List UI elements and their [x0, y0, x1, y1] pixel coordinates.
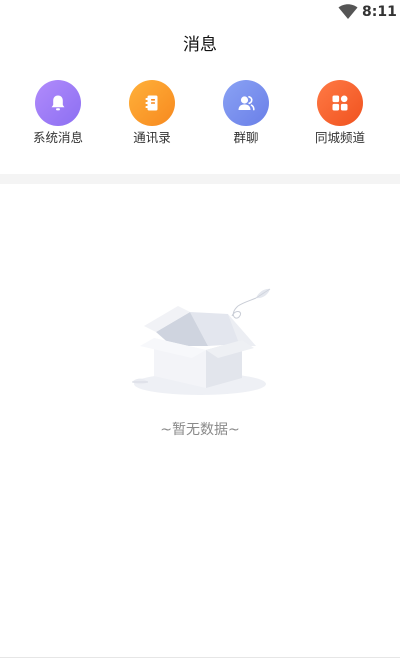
quick-action-system-messages[interactable]: 系统消息	[13, 80, 103, 150]
bottom-divider	[0, 657, 400, 658]
quick-action-contacts[interactable]: 通讯录	[107, 80, 197, 150]
quick-actions: 系统消息 通讯录 群聊 同城频道	[0, 80, 400, 150]
group-chat-icon-circle	[223, 80, 269, 126]
system-messages-icon-circle	[35, 80, 81, 126]
section-divider	[0, 174, 400, 184]
status-bar: 8:11	[0, 0, 400, 24]
quick-action-label: 群聊	[233, 130, 259, 145]
grid-apps-icon	[332, 95, 348, 111]
empty-state-text: ~暂无数据~	[160, 422, 240, 438]
contacts-book-icon	[145, 95, 158, 111]
wifi-icon	[338, 4, 358, 19]
group-chat-icon	[238, 96, 255, 111]
quick-action-label: 系统消息	[32, 130, 83, 145]
quick-action-local-channel[interactable]: 同城频道	[295, 80, 385, 150]
quick-action-group-chat[interactable]: 群聊	[201, 80, 291, 150]
empty-box-icon	[132, 288, 271, 395]
local-channel-icon-circle	[317, 80, 363, 126]
bell-icon	[51, 95, 65, 111]
quick-action-label: 通讯录	[133, 130, 171, 145]
status-time: 8:11	[362, 4, 397, 20]
contacts-icon-circle	[129, 80, 175, 126]
page-title: 消息	[183, 35, 217, 55]
quick-action-label: 同城频道	[314, 130, 365, 145]
